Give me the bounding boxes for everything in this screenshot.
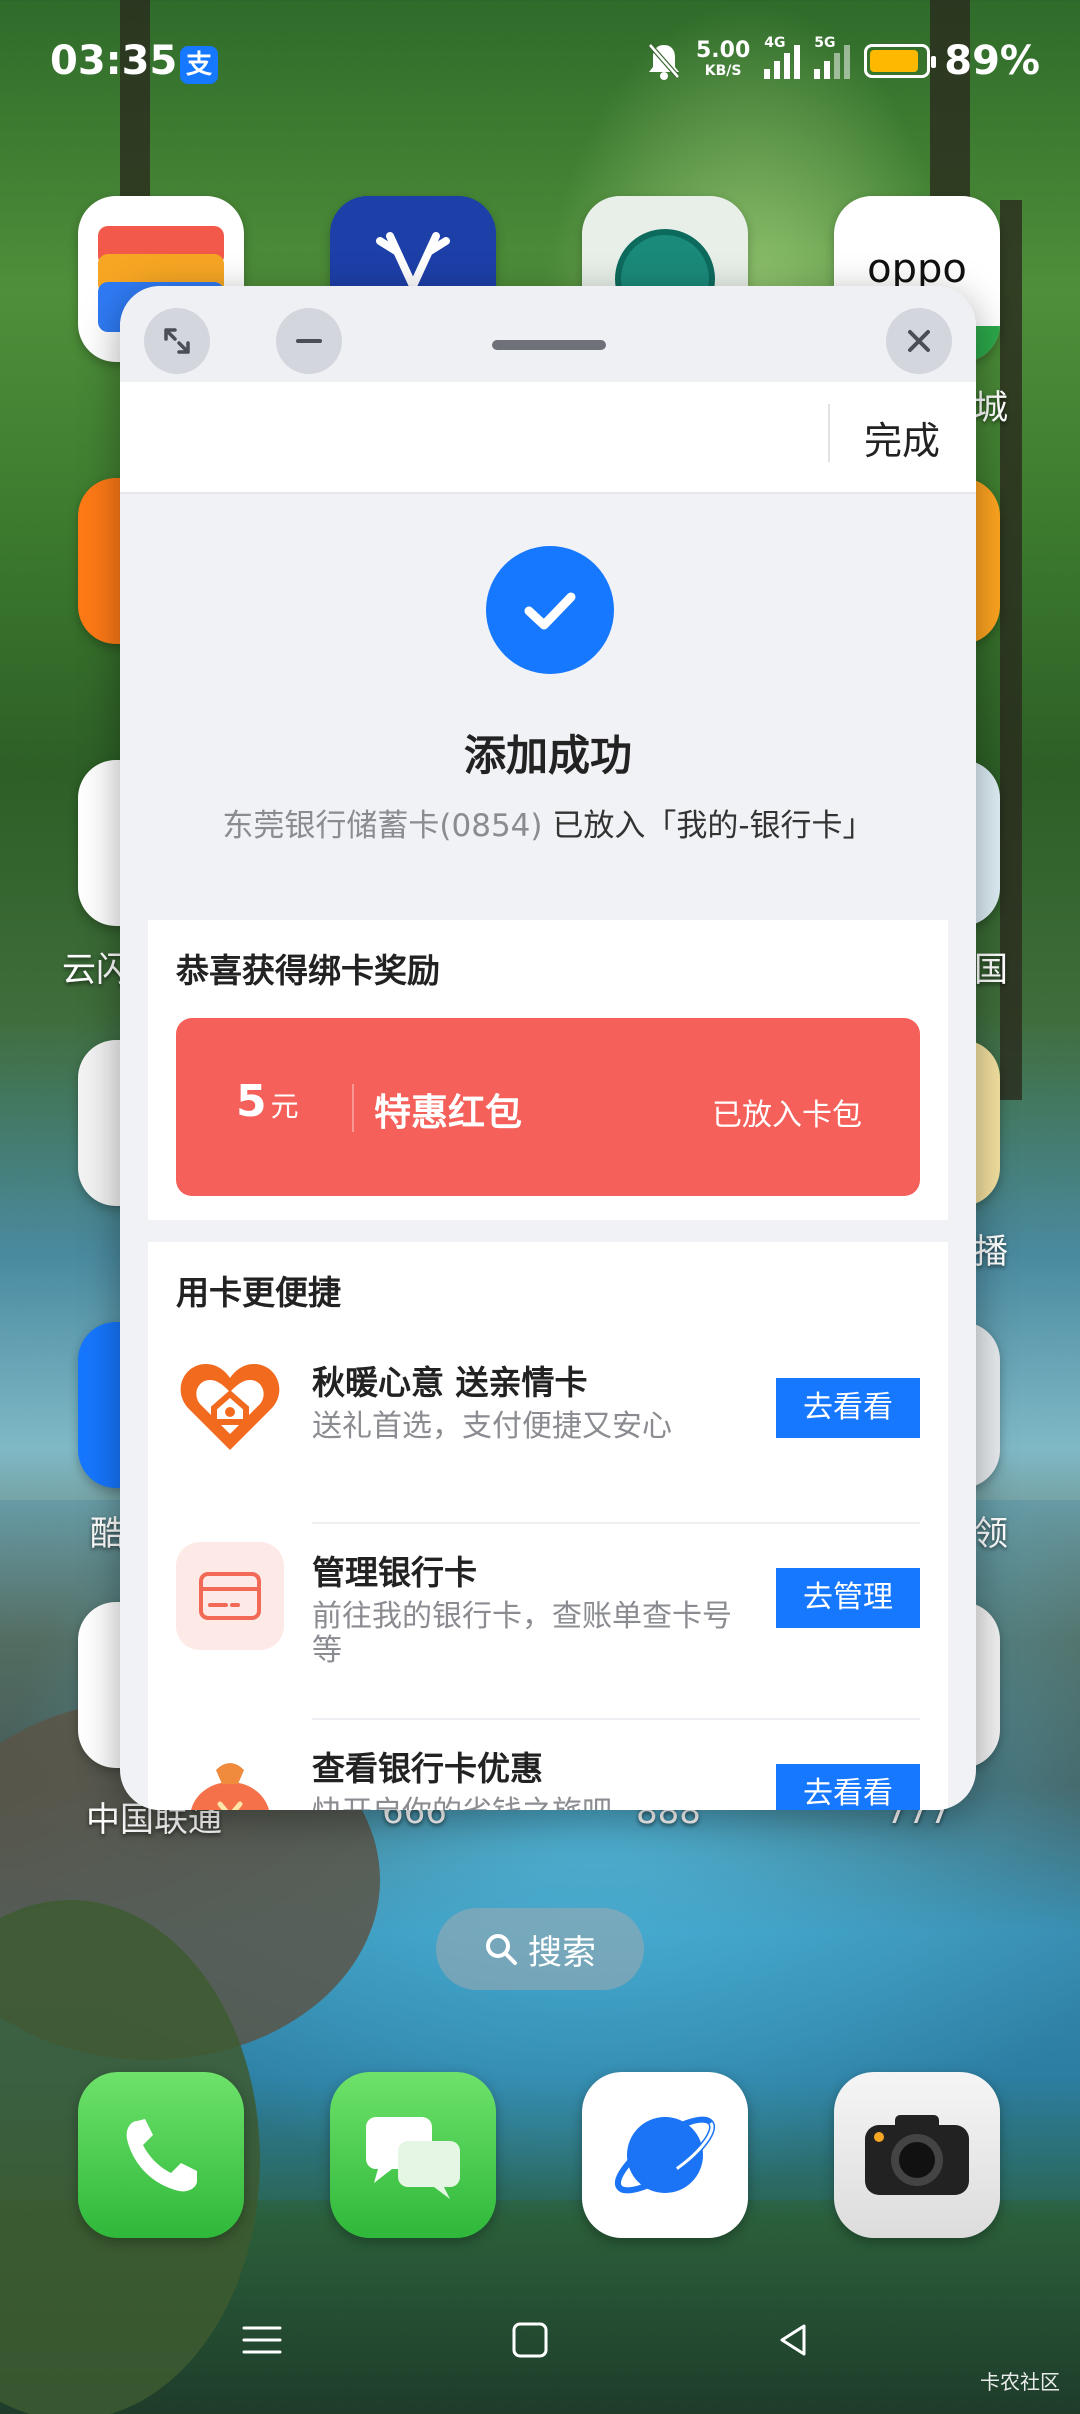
search-label: 搜索: [528, 1932, 596, 1973]
feature-row-manage-card[interactable]: 管理银行卡 前往我的银行卡，查账单查卡号等 去管理: [148, 1524, 948, 1720]
success-title: 添加成功: [463, 731, 632, 780]
card-name: 东莞银行储蓄卡(0854): [222, 808, 543, 844]
card-location: 已放入「我的-银行卡」: [542, 808, 874, 844]
window-title-bar[interactable]: [120, 286, 976, 382]
heart-home-icon: [176, 1352, 284, 1460]
home-square-icon: [512, 2322, 548, 2358]
drag-handle[interactable]: [492, 340, 606, 350]
coupon-status: 已放入卡包: [712, 1098, 862, 1133]
coupon-name: 特惠红包: [374, 1091, 522, 1134]
camera-icon[interactable]: [834, 2072, 1000, 2238]
battery-icon: [864, 44, 937, 78]
manage-button[interactable]: 去管理: [776, 1568, 920, 1628]
money-bag-icon: [176, 1738, 284, 1810]
done-button[interactable]: 完成: [864, 410, 940, 465]
coupon-amount-value: 5: [236, 1076, 267, 1127]
view-offers-button[interactable]: 去看看: [776, 1764, 920, 1810]
feature-desc: 快开启你的省钱之旅吧: [312, 1796, 752, 1811]
watermark: 卡农社区: [980, 2370, 1060, 2394]
feature-title: 查看银行卡优惠: [312, 1749, 543, 1788]
net-speed-value: 5.00: [695, 38, 751, 63]
close-button[interactable]: [886, 308, 952, 374]
feature-title: 秋暖心意 送亲情卡: [312, 1363, 588, 1402]
phone-icon[interactable]: [78, 2072, 244, 2238]
system-nav-bar: [0, 2310, 1080, 2370]
signal-4g-label: 4G: [764, 35, 786, 51]
feature-desc: 送礼首选，支付便捷又安心: [312, 1409, 672, 1444]
back-triangle-icon: [780, 2324, 806, 2356]
coupon-amount: 5元: [236, 1076, 299, 1127]
reward-title: 恭喜获得绑卡奖励: [176, 951, 440, 990]
minimize-button[interactable]: [276, 308, 342, 374]
signal-5g-label: 5G: [814, 35, 836, 51]
app-label-right-3: 播: [974, 1232, 1008, 1272]
app-label-ku: 酷: [90, 1514, 124, 1554]
success-subtitle: 东莞银行储蓄卡(0854) 已放入「我的-银行卡」: [120, 800, 976, 845]
net-speed-unit: KB/S: [704, 63, 742, 79]
back-nav-button[interactable]: [764, 2310, 824, 2370]
expand-button[interactable]: [144, 308, 210, 374]
coupon-amount-unit: 元: [270, 1090, 299, 1123]
mute-bell-icon: [646, 41, 682, 81]
browser-icon[interactable]: [582, 2072, 748, 2238]
features-card: 用卡更便捷 秋暖心意 送亲情卡 送礼首选，支付便捷又安心 去看看 管理银行卡 前…: [148, 1242, 948, 1810]
signal-4g-icon: 4G: [764, 35, 801, 79]
expand-icon: [164, 328, 190, 354]
feature-row-card-offers[interactable]: 查看银行卡优惠 快开启你的省钱之旅吧 去看看: [148, 1720, 948, 1810]
view-button[interactable]: 去看看: [776, 1378, 920, 1438]
clock: 03:35: [50, 38, 178, 84]
close-icon: [908, 330, 930, 352]
bank-card-icon: [176, 1542, 284, 1650]
menu-nav-button[interactable]: [232, 2310, 292, 2370]
feature-title: 管理银行卡: [312, 1553, 477, 1592]
net-speed: 5.00 KB/S: [695, 38, 751, 81]
status-bar: 03:35 支 5.00 KB/S 4G 5G 89%: [0, 0, 1080, 130]
success-check-icon: [486, 546, 614, 674]
battery-percent: 89%: [944, 38, 1040, 84]
red-packet-coupon[interactable]: 5元 特惠红包 已放入卡包: [176, 1018, 920, 1196]
feature-row-family-card[interactable]: 秋暖心意 送亲情卡 送礼首选，支付便捷又安心 去看看: [148, 1334, 948, 1524]
reward-card: 恭喜获得绑卡奖励 5元 特惠红包 已放入卡包: [148, 920, 948, 1220]
app-label-right-1: 城: [974, 388, 1008, 428]
home-nav-button[interactable]: [500, 2310, 560, 2370]
floating-window: 完成 添加成功 东莞银行储蓄卡(0854) 已放入「我的-银行卡」 恭喜获得绑卡…: [120, 286, 976, 1810]
popup-navbar: 完成: [120, 382, 976, 494]
minimize-icon: [296, 339, 322, 343]
app-label-right-4: 领: [974, 1514, 1008, 1554]
messages-icon[interactable]: [330, 2072, 496, 2238]
app-label-right-2: 国: [974, 950, 1008, 990]
features-title: 用卡更便捷: [176, 1273, 341, 1312]
home-search-button[interactable]: 搜索: [436, 1908, 644, 1990]
navbar-divider: [828, 404, 830, 462]
search-icon: [486, 1934, 517, 1965]
menu-icon: [242, 2326, 282, 2354]
signal-5g-icon: 5G: [814, 35, 851, 79]
coupon-separator: [352, 1084, 354, 1132]
alipay-notification-icon: 支: [180, 46, 218, 84]
feature-desc: 前往我的银行卡，查账单查卡号等: [312, 1599, 732, 1668]
